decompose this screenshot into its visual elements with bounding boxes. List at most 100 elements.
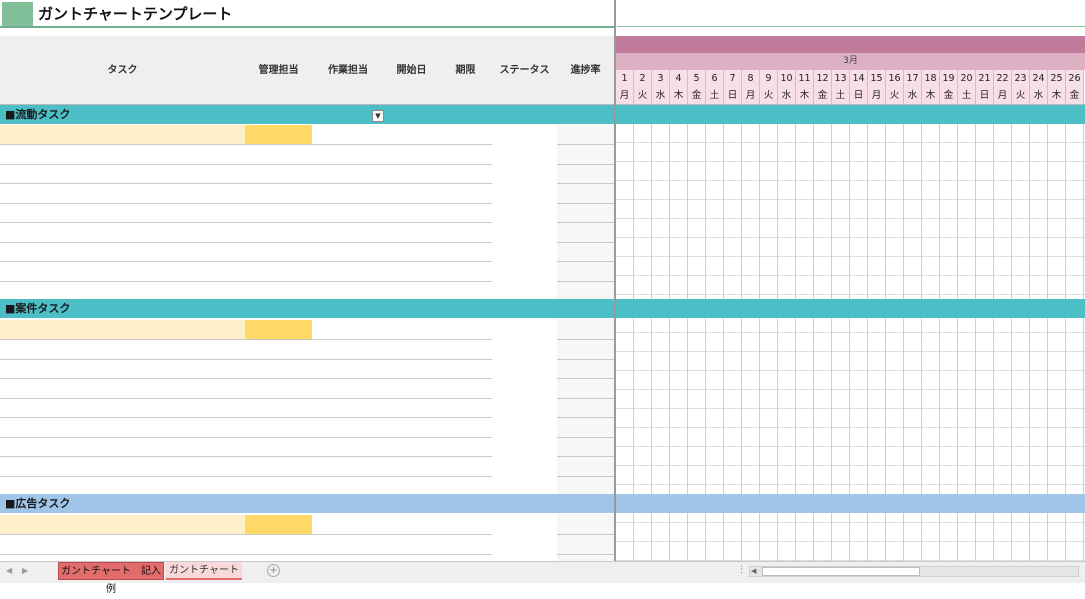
row-divider [557, 242, 614, 243]
section-bar-kokoku: ■広告タスク [0, 494, 1085, 513]
gantt-weekday-cell: 土 [958, 87, 976, 104]
gantt-day-cell: 8 [742, 70, 760, 87]
row-divider [0, 437, 492, 438]
row-divider [0, 417, 492, 418]
gantt-weekday-cell: 木 [922, 87, 940, 104]
gantt-month-label: 3月 [616, 53, 1085, 70]
gantt-weekday-cell: 月 [616, 87, 634, 104]
gantt-header-band [616, 36, 1085, 53]
row-divider [557, 183, 614, 184]
tab-gantt-example[interactable]: ガントチャート 記入例 [58, 562, 164, 595]
row-divider [557, 261, 614, 262]
gantt-day-cell: 25 [1048, 70, 1066, 87]
row-divider [557, 534, 614, 535]
section-bar-ryudo: ■流動タスク [0, 105, 1085, 124]
section-bar-anken: ■案件タスク [0, 299, 1085, 318]
row-divider [557, 203, 614, 204]
gantt-day-cell: 5 [688, 70, 706, 87]
page-title: ガントチャートテンプレート [38, 5, 233, 23]
header-bottom-border [0, 104, 1085, 105]
row-divider [0, 203, 492, 204]
progress-column-section-2 [557, 319, 614, 495]
add-sheet-icon[interactable]: + [267, 564, 280, 577]
row-divider [557, 437, 614, 438]
gantt-weekday-cell: 土 [832, 87, 850, 104]
manager-input-cell[interactable] [245, 320, 312, 339]
row-divider [0, 339, 492, 340]
row-divider [0, 359, 492, 360]
row-divider [557, 144, 614, 145]
row-divider [557, 222, 614, 223]
header-start[interactable]: 開始日 [384, 36, 439, 105]
gantt-day-cell: 9 [760, 70, 778, 87]
row-divider [0, 476, 492, 477]
gantt-day-cell: 4 [670, 70, 688, 87]
row-divider [557, 281, 614, 282]
header-status[interactable]: ステータス [492, 36, 557, 105]
row-divider [557, 554, 614, 555]
row-divider [557, 417, 614, 418]
manager-input-cell[interactable] [245, 125, 312, 144]
gantt-day-cell: 6 [706, 70, 724, 87]
row-divider [557, 164, 614, 165]
gantt-weekday-cell: 月 [868, 87, 886, 104]
gantt-day-cell: 15 [868, 70, 886, 87]
gantt-weekday-cell: 火 [760, 87, 778, 104]
progress-column-section-1 [557, 125, 614, 299]
header-task[interactable]: タスク [0, 36, 245, 105]
task-input-row[interactable] [0, 515, 245, 534]
gantt-day-cell: 2 [634, 70, 652, 87]
gantt-day-cell: 1 [616, 70, 634, 87]
gantt-weekday-cell: 金 [940, 87, 958, 104]
gantt-day-cell: 11 [796, 70, 814, 87]
manager-input-cell[interactable] [245, 515, 312, 534]
header-progress[interactable]: 進捗率 [557, 36, 614, 105]
row-divider [0, 554, 492, 555]
gantt-day-cell: 16 [886, 70, 904, 87]
section-label-ryudo: ■流動タスク [5, 108, 71, 121]
gantt-day-cell: 24 [1030, 70, 1048, 87]
gantt-grid[interactable] [616, 105, 1085, 561]
gantt-weekday-cell: 火 [1012, 87, 1030, 104]
gantt-weekday-cell: 木 [796, 87, 814, 104]
gantt-weekday-cell: 火 [634, 87, 652, 104]
header-deadline[interactable]: 期限 [439, 36, 492, 105]
gantt-day-cell: 19 [940, 70, 958, 87]
chevron-down-icon[interactable]: ▼ [372, 110, 384, 122]
row-divider [0, 281, 492, 282]
gantt-weekday-cell: 木 [1048, 87, 1066, 104]
row-divider [0, 222, 492, 223]
section-label-anken: ■案件タスク [5, 302, 71, 315]
row-divider [0, 534, 492, 535]
section-label-kokoku: ■広告タスク [5, 497, 71, 510]
pane-divider[interactable] [614, 0, 616, 561]
row-divider [0, 164, 492, 165]
tab-gantt-template[interactable]: ガントチャート [166, 562, 242, 580]
gantt-day-cell: 10 [778, 70, 796, 87]
row-divider [0, 378, 492, 379]
gantt-weekday-cell: 金 [1066, 87, 1084, 104]
row-divider [0, 398, 492, 399]
row-divider [557, 378, 614, 379]
gantt-day-cell: 13 [832, 70, 850, 87]
gantt-day-cell: 20 [958, 70, 976, 87]
gantt-weekday-cell: 土 [706, 87, 724, 104]
tab-scroll-right-icon[interactable]: ▶ [22, 566, 28, 575]
task-input-row[interactable] [0, 125, 245, 144]
gantt-day-cell: 14 [850, 70, 868, 87]
row-divider [0, 456, 492, 457]
scroll-left-arrow-icon[interactable]: ◀ [751, 567, 756, 575]
horizontal-scroll-thumb[interactable] [762, 567, 920, 576]
gantt-day-cell: 3 [652, 70, 670, 87]
row-divider [0, 242, 492, 243]
gantt-weekday-cell: 日 [976, 87, 994, 104]
gantt-weekday-cell: 水 [1030, 87, 1048, 104]
task-input-row[interactable] [0, 320, 245, 339]
tab-scroll-left-icon[interactable]: ◀ [6, 566, 12, 575]
row-divider [557, 456, 614, 457]
status-column-section-1 [492, 125, 557, 299]
split-handle-icon[interactable]: ⋮ [737, 565, 746, 575]
gantt-day-cell: 18 [922, 70, 940, 87]
header-worker[interactable]: 作業担当 [312, 36, 384, 105]
header-manager[interactable]: 管理担当 [245, 36, 312, 105]
